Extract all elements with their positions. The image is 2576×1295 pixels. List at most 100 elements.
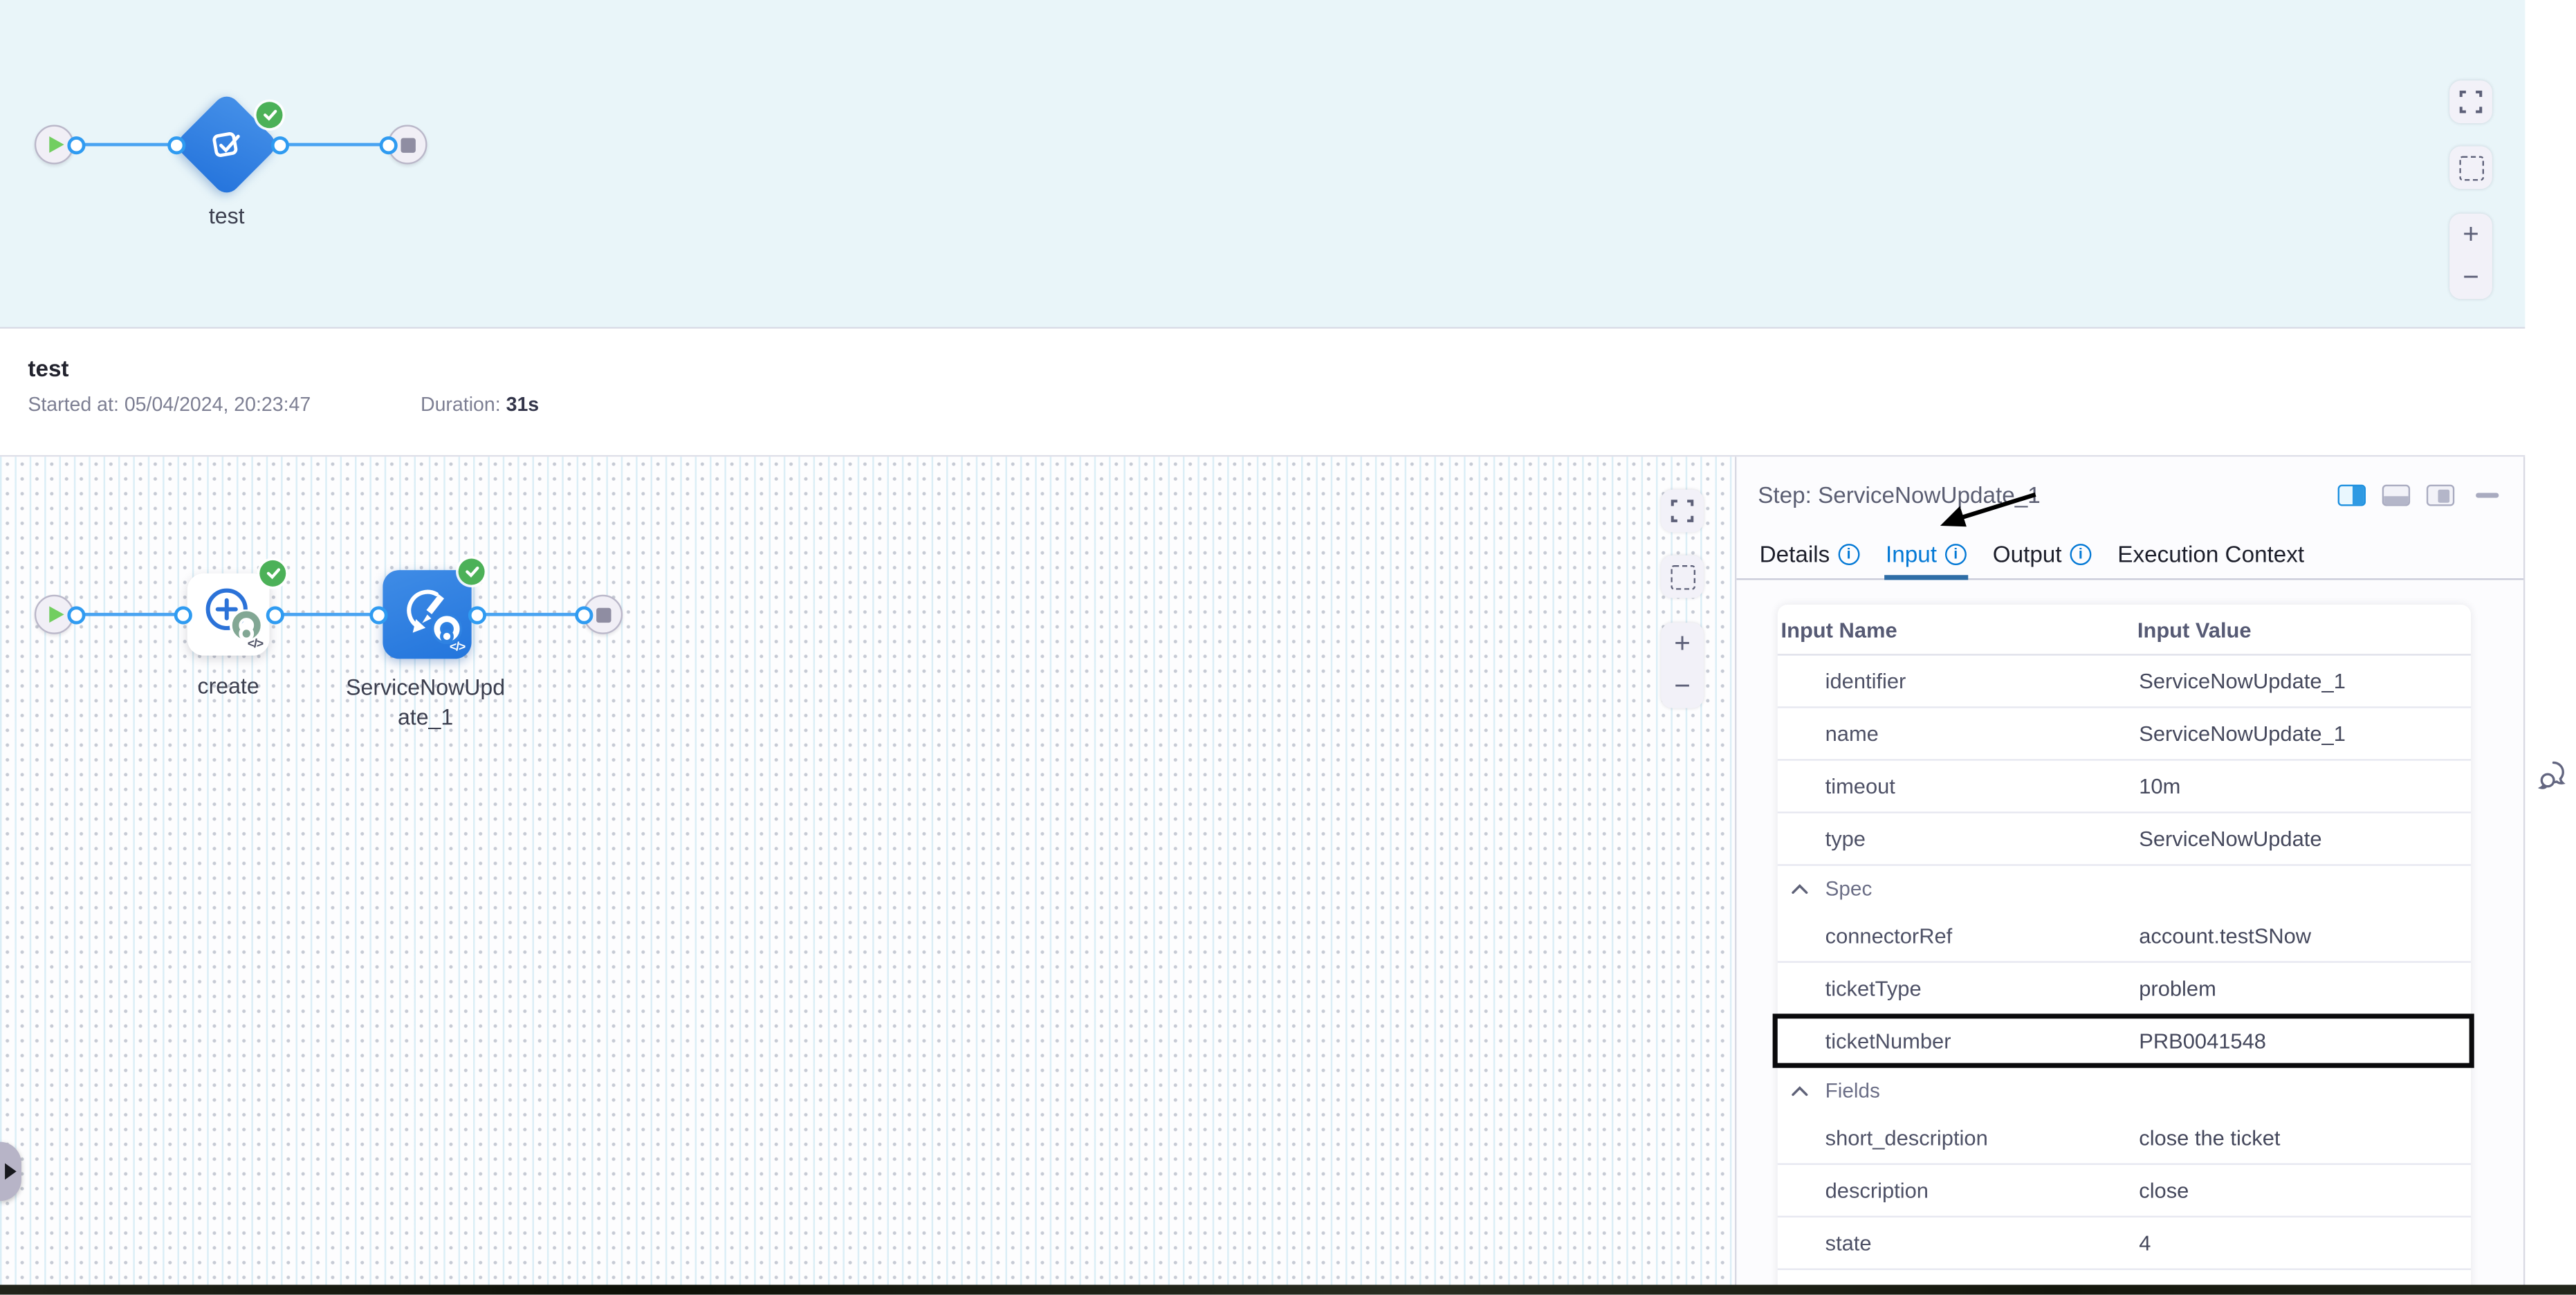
zoom-out-button[interactable]: − <box>1661 665 1704 708</box>
section-label: Spec <box>1825 876 1873 899</box>
duration: Duration: 31s <box>421 393 539 416</box>
layout-right-icon[interactable] <box>2338 485 2366 506</box>
port[interactable] <box>167 136 185 154</box>
section-label: Fields <box>1825 1078 1880 1101</box>
input-value-header: Input Value <box>2137 617 2252 642</box>
step-node-create[interactable]: </> <box>187 573 270 656</box>
input-name: timeout <box>1825 774 1895 799</box>
zoom-controls: + − <box>2449 214 2492 300</box>
port[interactable] <box>574 605 592 623</box>
expand-right-icon <box>5 1164 17 1180</box>
zoom-in-button[interactable]: + <box>2449 214 2492 257</box>
input-name: connectorRef <box>1825 924 1953 948</box>
port[interactable] <box>174 605 192 623</box>
started-label: Started at: <box>28 393 119 416</box>
table-row: ticketNumber PRB0041548 <box>1778 1016 2471 1068</box>
table-row: short_description close the ticket <box>1778 1112 2471 1165</box>
input-name: short_description <box>1825 1126 1988 1150</box>
input-value: close the ticket <box>2139 1126 2280 1150</box>
input-name: name <box>1825 722 1879 746</box>
input-name: ticketType <box>1825 976 1922 1001</box>
input-name: identifier <box>1825 669 1906 694</box>
chevron-up-icon <box>1791 881 1809 894</box>
panel-layout-controls <box>2338 485 2499 506</box>
execution-graph-canvas[interactable]: </> </> <box>0 457 1735 1294</box>
marquee-select-icon <box>1670 564 1695 589</box>
zoom-in-button[interactable]: + <box>1661 623 1704 665</box>
input-value: 10m <box>2139 774 2180 799</box>
port[interactable] <box>369 605 387 623</box>
layout-bottom-icon[interactable] <box>2382 485 2410 506</box>
input-value: close <box>2139 1178 2189 1203</box>
stage-label: test <box>161 204 293 229</box>
input-value: PRB0041548 <box>2139 1029 2266 1054</box>
step-node-servicenowupdate[interactable]: </> <box>383 570 471 659</box>
pipeline-graph-canvas[interactable]: test + − <box>0 0 2525 329</box>
section-header-spec[interactable]: Spec <box>1778 866 2471 910</box>
stage-check-icon <box>207 125 246 165</box>
stop-icon <box>400 137 414 151</box>
marquee-select-icon <box>2458 155 2483 180</box>
chevron-up-icon <box>1791 1083 1809 1096</box>
play-icon <box>49 136 64 153</box>
table-row: ticketType problem <box>1778 963 2471 1016</box>
info-icon[interactable]: i <box>2070 543 2091 564</box>
check-icon <box>266 567 280 580</box>
table-row: description close <box>1778 1165 2471 1218</box>
chat-bubbles-icon[interactable] <box>2538 759 2569 790</box>
tab-execution-context[interactable]: Execution Context <box>2116 529 2306 578</box>
link-edge <box>275 612 378 616</box>
fullscreen-button[interactable] <box>2449 80 2492 123</box>
check-icon <box>262 109 277 122</box>
info-icon[interactable]: i <box>1838 543 1859 564</box>
started-value: 05/04/2024, 20:23:47 <box>125 393 311 416</box>
check-icon <box>464 565 479 578</box>
stop-icon <box>596 607 610 622</box>
input-name: type <box>1825 827 1866 852</box>
code-icon: </> <box>248 636 263 650</box>
marquee-select-button[interactable] <box>1661 555 1704 598</box>
input-name-header: Input Name <box>1781 617 1897 642</box>
minimize-icon[interactable] <box>2476 493 2499 498</box>
input-value: problem <box>2139 976 2216 1001</box>
app: test + − test Started at: 05/04/2024, 20… <box>0 0 2576 1295</box>
duration-value: 31s <box>506 393 540 416</box>
link-edge <box>279 143 388 147</box>
input-value: ServiceNowUpdate <box>2139 827 2321 852</box>
started-at: Started at: 05/04/2024, 20:23:47 <box>28 393 311 416</box>
input-value: 4 <box>2139 1231 2151 1256</box>
input-name: description <box>1825 1178 1929 1203</box>
input-value: ServiceNowUpdate_1 <box>2139 669 2346 694</box>
link-edge <box>75 612 182 616</box>
table-row: connectorRef account.testSNow <box>1778 910 2471 963</box>
table-header-row: Input Name Input Value <box>1778 605 2471 656</box>
duration-label: Duration: <box>421 393 501 416</box>
input-value: account.testSNow <box>2139 924 2311 948</box>
input-value: ServiceNowUpdate_1 <box>2139 722 2346 746</box>
layout-float-icon[interactable] <box>2427 485 2454 506</box>
drawer-expand-handle[interactable] <box>0 1142 21 1202</box>
annotation-arrow <box>1931 483 2062 542</box>
zoom-out-button[interactable]: − <box>2449 257 2492 300</box>
play-icon <box>49 606 64 623</box>
input-name: state <box>1825 1231 1872 1256</box>
tab-label: Execution Context <box>2117 540 2304 567</box>
section-header-fields[interactable]: Fields <box>1778 1068 2471 1112</box>
run-header: test Started at: 05/04/2024, 20:23:47 Du… <box>0 329 2525 457</box>
marquee-select-button[interactable] <box>2449 146 2492 189</box>
table-row: type ServiceNowUpdate <box>1778 814 2471 866</box>
tab-details[interactable]: Detailsi <box>1758 529 1861 578</box>
port[interactable] <box>378 136 396 154</box>
info-icon[interactable]: i <box>1945 543 1967 564</box>
fullscreen-icon <box>1671 499 1693 522</box>
success-badge <box>459 559 485 585</box>
table-row: identifier ServiceNowUpdate_1 <box>1778 656 2471 708</box>
page-margin <box>2525 0 2576 1295</box>
code-icon: </> <box>450 639 465 654</box>
success-badge <box>257 102 283 128</box>
fullscreen-icon <box>2459 91 2482 113</box>
input-name: ticketNumber <box>1825 1029 1951 1054</box>
input-table: Input Name Input Value identifier Service… <box>1778 605 2471 1295</box>
fullscreen-button[interactable] <box>1661 490 1704 533</box>
link-edge <box>477 612 583 616</box>
